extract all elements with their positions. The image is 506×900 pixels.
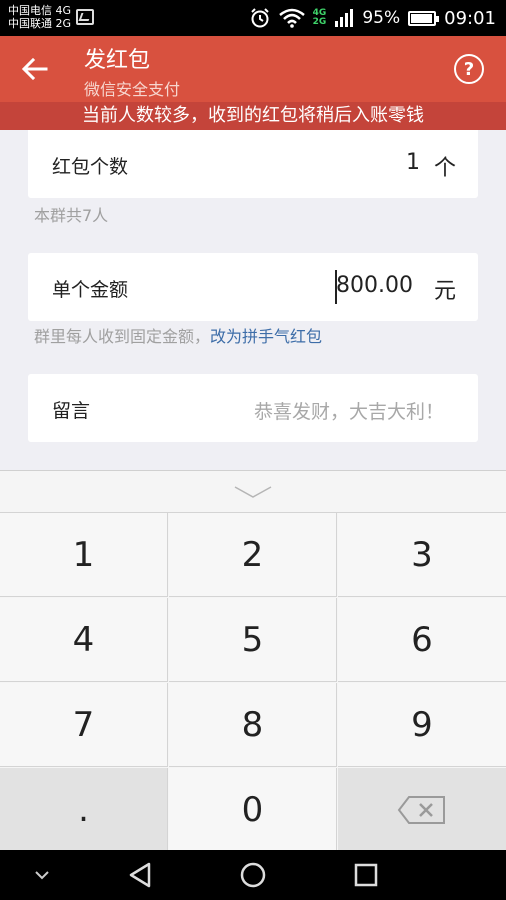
- chevron-down-icon: [35, 871, 49, 880]
- battery-icon: [408, 10, 440, 26]
- nav-recents-button[interactable]: [336, 850, 396, 900]
- clock: 09:01: [444, 7, 496, 29]
- hide-keyboard-button[interactable]: [12, 850, 72, 900]
- screenshot-icon: [76, 9, 94, 25]
- message-card[interactable]: 留言 恭喜发财，大吉大利！: [28, 374, 478, 442]
- switch-random-link[interactable]: 改为拼手气红包: [210, 327, 322, 346]
- backspace-key[interactable]: [338, 768, 506, 851]
- keyboard-collapse-button[interactable]: [0, 471, 506, 513]
- chevron-down-icon: [234, 485, 272, 498]
- circle-home-icon: [240, 862, 266, 888]
- amount-value[interactable]: 800.00: [336, 273, 413, 298]
- key-8[interactable]: 8: [169, 683, 337, 767]
- signal-icon: [335, 9, 354, 27]
- carrier-1: 中国电信 4G: [8, 4, 72, 17]
- amount-label: 单个金额: [52, 279, 129, 301]
- key-dot[interactable]: .: [0, 768, 168, 851]
- count-label: 红包个数: [52, 156, 129, 178]
- count-value[interactable]: 1: [406, 150, 420, 175]
- page-title: 发红包: [84, 48, 151, 73]
- amount-card[interactable]: 单个金额 800.00 元: [28, 253, 478, 321]
- page-subtitle: 微信安全支付: [84, 80, 181, 99]
- arrow-left-icon: [22, 58, 48, 80]
- key-1[interactable]: 1: [0, 513, 168, 597]
- key-7[interactable]: 7: [0, 683, 168, 767]
- back-button[interactable]: [10, 44, 60, 94]
- amount-hint: 群里每人收到固定金额，改为拼手气红包: [34, 323, 322, 347]
- group-size-hint: 本群共7人: [34, 206, 109, 225]
- network-type: 4G 2G: [313, 9, 327, 27]
- notice-banner: 当前人数较多，收到的红包将稍后入账零钱: [0, 102, 506, 130]
- key-2[interactable]: 2: [169, 513, 337, 597]
- alarm-icon: [250, 8, 269, 28]
- amount-hint-text: 群里每人收到固定金额，: [34, 327, 211, 346]
- carrier-info: 中国电信 4G 中国联通 2G: [8, 4, 71, 30]
- nav-home-button[interactable]: [223, 850, 283, 900]
- amount-unit: 元: [433, 279, 456, 304]
- wifi-icon: [278, 8, 305, 28]
- network-2g: 2G: [312, 17, 327, 27]
- battery-percent: 95%: [362, 8, 401, 28]
- key-6[interactable]: 6: [338, 598, 506, 682]
- count-card[interactable]: 红包个数 1 个: [28, 130, 478, 198]
- key-3[interactable]: 3: [338, 513, 506, 597]
- help-icon: ?: [463, 58, 475, 80]
- message-input[interactable]: 恭喜发财，大吉大利！: [254, 397, 444, 424]
- nav-bar: [0, 850, 506, 900]
- key-9[interactable]: 9: [338, 683, 506, 767]
- triangle-back-icon: [129, 862, 151, 888]
- square-recents-icon: [354, 863, 378, 887]
- key-5[interactable]: 5: [169, 598, 337, 682]
- nav-back-button[interactable]: [110, 850, 170, 900]
- message-label: 留言: [52, 400, 91, 422]
- key-4[interactable]: 4: [0, 598, 168, 682]
- count-unit: 个: [433, 156, 456, 181]
- key-0[interactable]: 0: [169, 768, 337, 851]
- backspace-icon: [397, 795, 445, 824]
- carrier-2: 中国联通 2G: [8, 17, 72, 30]
- help-button[interactable]: ?: [454, 54, 484, 84]
- header: 发红包 微信安全支付 ?: [0, 36, 506, 102]
- status-bar: 中国电信 4G 中国联通 2G 4G 2G 95% 09:01: [0, 0, 506, 36]
- number-keypad: 1 2 3 4 5 6 7 8 9 . 0: [0, 470, 506, 851]
